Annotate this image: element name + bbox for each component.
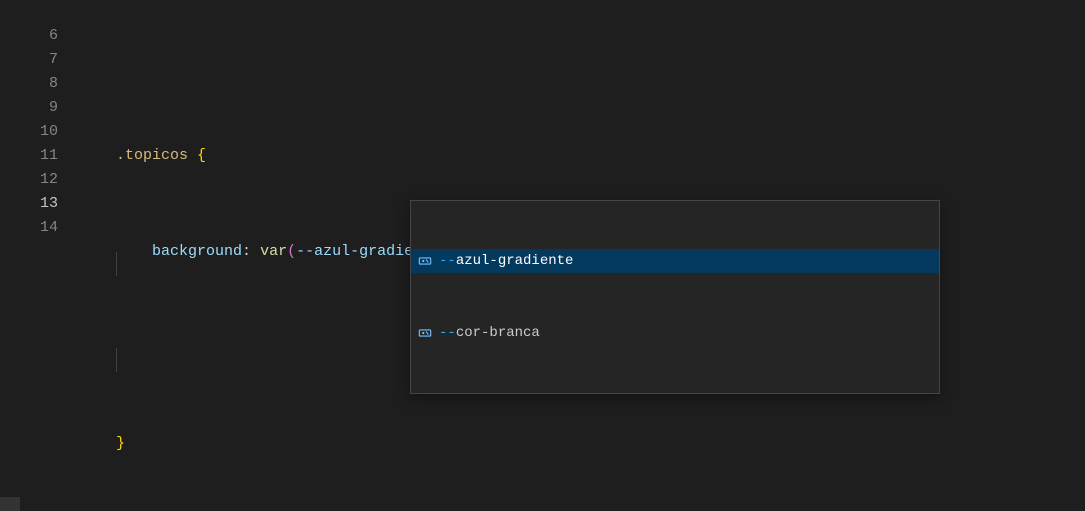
css-selector: .topicos bbox=[116, 144, 188, 168]
code-area[interactable]: .topicos { background: var( --azul-gradie… bbox=[80, 0, 1085, 511]
line-number-gutter: 6 7 8 9 10 11 12 13 14 bbox=[0, 0, 80, 511]
line-number: 9 bbox=[0, 96, 58, 120]
line-number: 10 bbox=[0, 120, 58, 144]
line-number: 14 bbox=[0, 216, 58, 240]
variable-icon bbox=[417, 253, 433, 269]
line-number: 6 bbox=[0, 24, 58, 48]
autocomplete-item[interactable]: --cor-branca bbox=[411, 321, 939, 345]
activity-bar-stub bbox=[0, 497, 20, 511]
paren-open: ( bbox=[287, 240, 296, 264]
colon: : bbox=[242, 240, 260, 264]
line-number: 7 bbox=[0, 48, 58, 72]
code-editor[interactable]: 6 7 8 9 10 11 12 13 14 .topicos { backgr… bbox=[0, 0, 1085, 511]
code-line[interactable] bbox=[80, 48, 1085, 72]
css-property: background bbox=[152, 240, 242, 264]
line-number: 11 bbox=[0, 144, 58, 168]
code-line[interactable]: .topicos { bbox=[80, 144, 1085, 168]
variable-icon bbox=[417, 325, 433, 341]
autocomplete-label: --azul-gradiente bbox=[439, 249, 573, 273]
line-number-active: 13 bbox=[0, 192, 58, 216]
autocomplete-label: --cor-branca bbox=[439, 321, 540, 345]
line-number: 8 bbox=[0, 72, 58, 96]
line-number bbox=[0, 0, 58, 24]
autocomplete-item[interactable]: --azul-gradiente bbox=[411, 249, 939, 273]
code-line[interactable]: } bbox=[80, 432, 1085, 456]
brace-open: { bbox=[188, 144, 206, 168]
css-function: var bbox=[260, 240, 287, 264]
brace-close: } bbox=[116, 432, 125, 456]
line-number: 12 bbox=[0, 168, 58, 192]
autocomplete-popup[interactable]: --azul-gradiente --cor-branca bbox=[410, 200, 940, 394]
